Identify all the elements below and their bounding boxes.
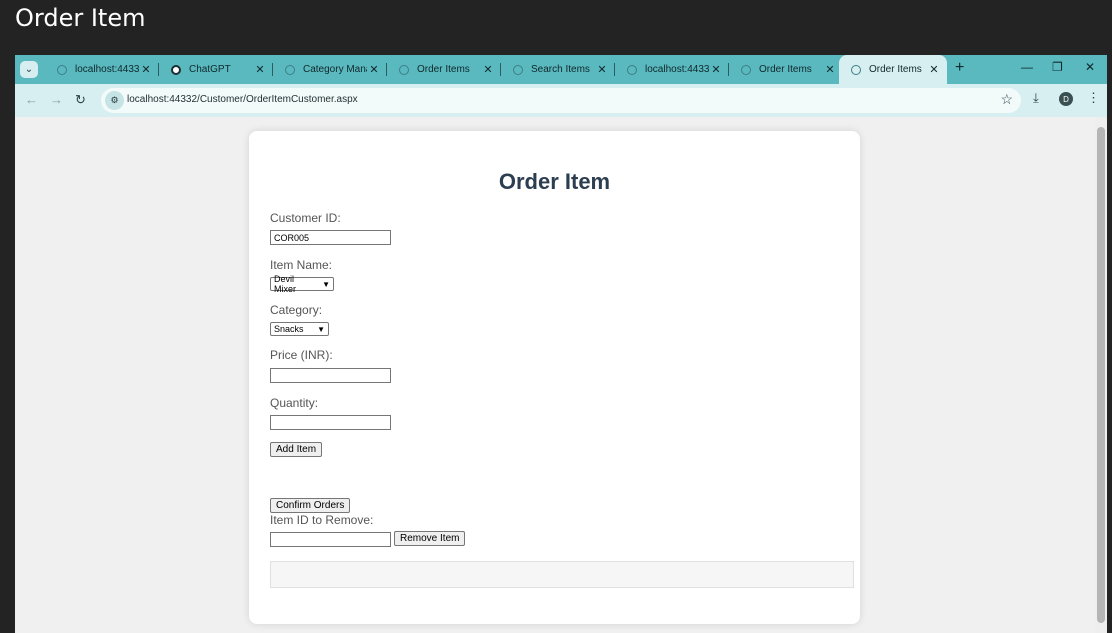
order-form-card: Order Item Customer ID: Item Name: Devil…	[249, 131, 860, 624]
remove-item-button[interactable]: Remove Item	[394, 531, 466, 546]
remove-item-label: Item ID to Remove:	[270, 513, 374, 527]
chevron-down-icon: ⌄	[24, 64, 34, 75]
forward-arrow-icon[interactable]: →	[50, 92, 63, 107]
tab-label: Search Items	[531, 64, 590, 75]
globe-icon	[627, 64, 637, 75]
globe-icon	[285, 64, 295, 75]
tab-active[interactable]: Order Items ✕	[839, 55, 947, 84]
tab-label: Category Manag	[303, 64, 367, 75]
tab-strip: ⌄ localhost:44332/ ✕ ChatGPT ✕ Category …	[15, 55, 1107, 84]
tab-7[interactable]: Order Items ✕	[729, 55, 843, 84]
close-icon[interactable]: ✕	[709, 63, 723, 76]
tab-label: ChatGPT	[189, 64, 231, 75]
page-title: Order Item	[498, 169, 611, 194]
chatgpt-icon	[171, 64, 181, 75]
close-icon[interactable]: ✕	[367, 63, 381, 76]
tab-label: localhost:44332/	[75, 64, 139, 75]
close-icon[interactable]: ✕	[927, 63, 941, 76]
tab-3[interactable]: Category Manag ✕	[273, 55, 387, 84]
tab-2[interactable]: ChatGPT ✕	[159, 55, 273, 84]
chevron-down-icon: ▼	[317, 324, 325, 334]
browser-window: ⌄ localhost:44332/ ✕ ChatGPT ✕ Category …	[15, 55, 1107, 633]
menu-kebab-icon[interactable]: ⋮	[1087, 90, 1100, 106]
close-icon[interactable]: ✕	[595, 63, 609, 76]
new-tab-button[interactable]: +	[955, 59, 964, 77]
scrollbar[interactable]	[1095, 117, 1107, 633]
tab-5[interactable]: Search Items ✕	[501, 55, 615, 84]
item-name-select[interactable]: Devil Mixer ▼	[270, 274, 334, 294]
orders-result-panel	[270, 561, 854, 588]
remove-item-id-input[interactable]	[270, 532, 391, 547]
add-item-button[interactable]: Add Item	[270, 442, 323, 457]
globe-icon	[851, 64, 861, 75]
tab-label: Order Items	[417, 64, 470, 75]
tab-search-button[interactable]: ⌄	[20, 61, 38, 78]
minimize-icon[interactable]: —	[1021, 60, 1033, 74]
tab-label: localhost:44332/	[645, 64, 709, 75]
category-label: Category:	[270, 303, 323, 317]
site-info-icon[interactable]: ⚙	[105, 91, 124, 110]
browser-toolbar: ← → ↻ ⚙ localhost:44332/Customer/OrderIt…	[15, 84, 1107, 117]
item-name-selected: Devil Mixer	[274, 274, 296, 294]
page-caption: Order Item	[15, 4, 146, 32]
close-icon[interactable]: ✕	[253, 63, 267, 76]
close-icon[interactable]: ✕	[823, 63, 837, 76]
globe-icon	[399, 64, 409, 75]
reload-icon[interactable]: ↻	[75, 92, 86, 108]
restore-icon[interactable]: ❐	[1052, 60, 1063, 74]
download-icon[interactable]: ⤓	[1033, 90, 1039, 106]
close-icon[interactable]: ✕	[481, 63, 495, 76]
address-bar[interactable]: ⚙ localhost:44332/Customer/OrderItemCust…	[101, 88, 1021, 113]
price-label: Price (INR):	[270, 348, 333, 362]
customer-id-label: Customer ID:	[270, 211, 341, 225]
tab-4[interactable]: Order Items ✕	[387, 55, 501, 84]
confirm-orders-button[interactable]: Confirm Orders	[270, 498, 351, 513]
price-input[interactable]	[270, 368, 391, 383]
window-close-icon[interactable]: ✕	[1085, 60, 1095, 74]
back-arrow-icon[interactable]: ←	[25, 92, 38, 107]
globe-icon	[57, 64, 67, 75]
globe-icon	[513, 64, 523, 75]
tab-1[interactable]: localhost:44332/ ✕	[45, 55, 159, 84]
chevron-down-icon: ▼	[322, 279, 330, 289]
page-viewport: Order Item Customer ID: Item Name: Devil…	[15, 117, 1107, 633]
url-text[interactable]: localhost:44332/Customer/OrderItemCustom…	[127, 94, 358, 105]
category-select[interactable]: Snacks ▼	[270, 322, 329, 336]
bookmark-star-icon[interactable]: ☆	[1000, 91, 1013, 108]
category-selected: Snacks	[274, 324, 304, 334]
scroll-thumb[interactable]	[1097, 127, 1105, 623]
customer-id-input[interactable]	[270, 230, 391, 245]
quantity-label: Quantity:	[270, 396, 319, 410]
item-name-label: Item Name:	[270, 258, 333, 272]
globe-icon	[741, 64, 751, 75]
avatar[interactable]: D	[1059, 92, 1073, 106]
tab-label: Order Items	[869, 64, 922, 75]
tab-6[interactable]: localhost:44332/ ✕	[615, 55, 729, 84]
close-icon[interactable]: ✕	[139, 63, 153, 76]
quantity-input[interactable]	[270, 415, 391, 430]
tab-label: Order Items	[759, 64, 812, 75]
